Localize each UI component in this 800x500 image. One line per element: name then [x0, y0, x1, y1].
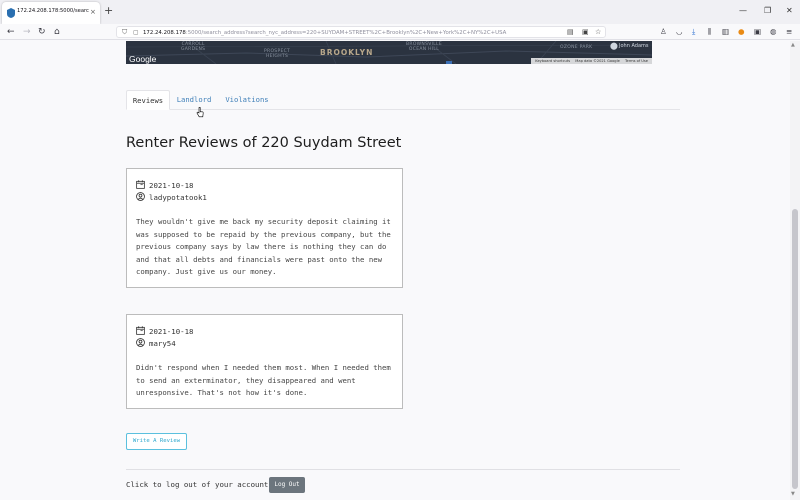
page-info-icon[interactable]: ▢ [133, 28, 139, 37]
mouse-cursor-icon [196, 107, 204, 118]
back-button[interactable]: ← [7, 26, 15, 38]
map-label-prospect-heights: PROSPECT HEIGHTS [264, 49, 291, 59]
keyboard-shortcuts-link[interactable]: Keyboard shortcuts [535, 59, 570, 63]
logout-prompt: Click to log out of your account: [126, 480, 273, 489]
map-label-ozone-park: OZONE PARK [560, 45, 593, 50]
extension-2-icon[interactable]: ▣ [754, 27, 761, 37]
browser-nav-bar: ← → ↻ ⌂ ⛉ ▢ 172.24.208.178:5000/search_a… [0, 24, 800, 40]
user-circle-icon [136, 192, 145, 201]
screenshot-icon[interactable]: ▣ [582, 28, 589, 37]
calendar-icon [136, 326, 145, 335]
sidebar-icon[interactable]: ▥ [722, 27, 729, 37]
map-label-borough: BROOKLYN [320, 48, 374, 57]
map-pin-icon[interactable]: ⬤ [610, 42, 618, 50]
review-date-text: 2021-10-18 [149, 327, 194, 336]
review-text: They wouldn't give me back my security d… [136, 217, 391, 277]
map-footer: Keyboard shortcuts Map data ©2021 Google… [531, 58, 652, 64]
scrollbar-thumb[interactable] [792, 209, 798, 489]
browser-tab[interactable]: 172.24.208.178:5000/search_ad... × [2, 2, 100, 24]
review-card: 2021-10-18 mary54 Didn't respond when I … [126, 314, 403, 409]
review-author-text: ladypotatook1 [149, 193, 207, 202]
new-tab-button[interactable]: + [104, 5, 113, 17]
review-author-text: mary54 [149, 339, 176, 348]
library-icon[interactable]: ⫼ [708, 27, 711, 37]
scroll-down-icon[interactable]: ▼ [791, 491, 795, 497]
browser-tab-title: 172.24.208.178:5000/search_ad... [17, 8, 89, 14]
page-tabs: Reviews Landlord Violations [126, 90, 680, 110]
review-date: 2021-10-18 [136, 180, 194, 191]
page-content: CARROLL GARDENS PROSPECT HEIGHTS BROOKLY… [0, 41, 790, 500]
google-logo: Google [129, 54, 157, 64]
home-button[interactable]: ⌂ [54, 26, 60, 38]
map-data-credit: Map data ©2021 Google [575, 59, 620, 63]
map-view[interactable]: CARROLL GARDENS PROSPECT HEIGHTS BROOKLY… [126, 41, 652, 64]
forward-button[interactable]: → [23, 26, 31, 38]
pocket-icon[interactable]: ◡ [676, 27, 683, 37]
tab-violations[interactable]: Violations [218, 90, 276, 110]
browser-tab-bar: 172.24.208.178:5000/search_ad... × + — ❐… [0, 0, 800, 24]
window-close-button[interactable]: ✕ [786, 6, 793, 16]
reader-view-icon[interactable]: ▤ [567, 28, 574, 37]
site-favicon-icon [7, 8, 15, 18]
downloads-icon[interactable]: ⤓ [692, 27, 695, 37]
map-label-brownsville: BROWNSVILLE OCEAN HILL [406, 42, 442, 52]
bookmark-star-icon[interactable]: ☆ [595, 28, 601, 37]
review-card: 2021-10-18 ladypotatook1 They wouldn't g… [126, 168, 403, 288]
account-icon[interactable]: ♙ [660, 27, 667, 37]
menu-icon[interactable]: ≡ [786, 27, 792, 37]
review-date: 2021-10-18 [136, 326, 194, 337]
scroll-up-icon[interactable]: ▲ [791, 42, 795, 48]
calendar-icon [136, 180, 145, 189]
map-label-place: John Adams [619, 43, 649, 49]
write-review-button[interactable]: Write A Review [126, 433, 187, 450]
review-author: ladypotatook1 [136, 192, 207, 203]
review-author: mary54 [136, 338, 176, 349]
url-text[interactable]: 172.24.208.178:5000/search_address?searc… [143, 29, 563, 37]
user-circle-icon [136, 338, 145, 347]
window-minimize-button[interactable]: — [739, 6, 747, 16]
tab-reviews[interactable]: Reviews [126, 90, 170, 110]
reload-button[interactable]: ↻ [38, 26, 46, 38]
map-label-carroll-gardens: CARROLL GARDENS [181, 42, 206, 52]
window-restore-button[interactable]: ❐ [764, 6, 771, 16]
tab-close-icon[interactable]: × [90, 7, 96, 17]
review-text: Didn't respond when I needed them most. … [136, 363, 391, 398]
tab-landlord[interactable]: Landlord [170, 90, 218, 110]
page-title: Renter Reviews of 220 Suydam Street [126, 135, 402, 151]
url-bar[interactable]: ⛉ ▢ 172.24.208.178:5000/search_address?s… [116, 26, 606, 38]
review-date-text: 2021-10-18 [149, 181, 194, 190]
terms-of-use-link[interactable]: Terms of Use [625, 59, 648, 63]
divider [126, 469, 680, 470]
tracking-shield-icon[interactable]: ⛉ [122, 28, 127, 37]
extension-icon[interactable]: ● [738, 27, 745, 37]
extension-3-icon[interactable]: ◍ [770, 27, 777, 37]
logout-button[interactable]: Log Out [269, 477, 305, 493]
page-scrollbar[interactable]: ▲ ▼ [790, 41, 800, 500]
